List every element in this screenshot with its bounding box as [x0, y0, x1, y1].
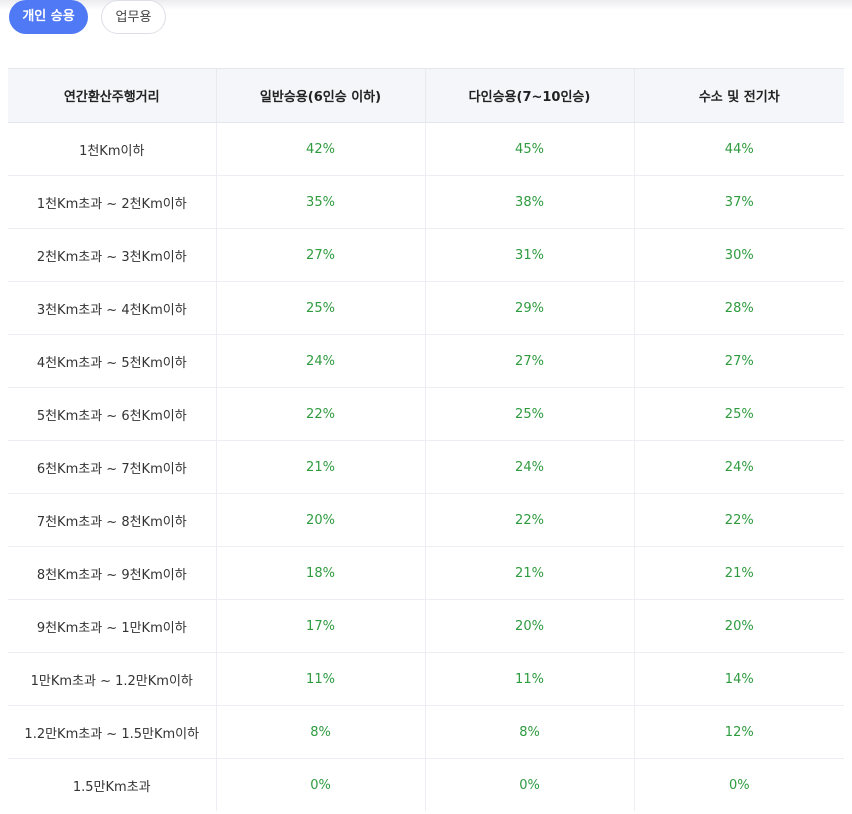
- rate-eco-cell: 27%: [633, 334, 844, 388]
- distance-cell: 6천Km초과 ~ 7천Km이하: [8, 440, 216, 494]
- table-row: 1.2만Km초과 ~ 1.5만Km이하 8% 8% 12%: [8, 705, 844, 759]
- distance-cell: 2천Km초과 ~ 3천Km이하: [8, 228, 216, 282]
- rate-regular-cell: 8%: [215, 705, 425, 759]
- table-row: 7천Km초과 ~ 8천Km이하 20% 22% 22%: [8, 493, 844, 547]
- rate-regular-cell: 24%: [215, 334, 425, 388]
- table-row: 2천Km초과 ~ 3천Km이하 27% 31% 30%: [8, 228, 844, 282]
- table-body: 1천Km이하 42% 45% 44% 1천Km초과 ~ 2천Km이하 35% 3…: [8, 122, 844, 811]
- distance-cell: 3천Km초과 ~ 4천Km이하: [8, 281, 216, 335]
- distance-cell: 7천Km초과 ~ 8천Km이하: [8, 493, 216, 547]
- table-row: 5천Km초과 ~ 6천Km이하 22% 25% 25%: [8, 387, 844, 441]
- rate-regular-cell: 21%: [215, 440, 425, 494]
- rate-multi-cell: 25%: [424, 387, 634, 441]
- rate-eco-cell: 14%: [633, 652, 844, 706]
- rate-multi-cell: 20%: [424, 599, 634, 653]
- tab-personal[interactable]: 개인 승용: [9, 0, 88, 34]
- table-row: 4천Km초과 ~ 5천Km이하 24% 27% 27%: [8, 334, 844, 388]
- rate-regular-cell: 0%: [215, 758, 425, 811]
- rate-regular-cell: 22%: [215, 387, 425, 441]
- rate-eco-cell: 28%: [633, 281, 844, 335]
- rate-eco-cell: 20%: [633, 599, 844, 653]
- rate-multi-cell: 0%: [424, 758, 634, 811]
- rate-eco-cell: 37%: [633, 175, 844, 229]
- table-row: 3천Km초과 ~ 4천Km이하 25% 29% 28%: [8, 281, 844, 335]
- distance-cell: 5천Km초과 ~ 6천Km이하: [8, 387, 216, 441]
- header-hydrogen-electric: 수소 및 전기차: [633, 68, 844, 123]
- rate-multi-cell: 27%: [424, 334, 634, 388]
- rate-regular-cell: 18%: [215, 546, 425, 600]
- rate-multi-cell: 31%: [424, 228, 634, 282]
- header-regular-passenger: 일반승용(6인승 이하): [215, 68, 425, 123]
- distance-cell: 9천Km초과 ~ 1만Km이하: [8, 599, 216, 653]
- distance-cell: 1천Km이하: [8, 122, 216, 176]
- table-row: 9천Km초과 ~ 1만Km이하 17% 20% 20%: [8, 599, 844, 653]
- rate-multi-cell: 22%: [424, 493, 634, 547]
- rate-regular-cell: 42%: [215, 122, 425, 176]
- distance-cell: 1.5만Km초과: [72, 779, 151, 795]
- table-header-row: 연간환산주행거리 일반승용(6인승 이하) 다인승용(7~10인승) 수소 및 …: [8, 68, 844, 123]
- header-annual-distance: 연간환산주행거리: [8, 68, 216, 123]
- tab-business[interactable]: 업무용: [101, 0, 166, 34]
- rate-eco-cell: 22%: [633, 493, 844, 547]
- rate-eco-cell: 24%: [633, 440, 844, 494]
- rate-regular-cell: 11%: [215, 652, 425, 706]
- rate-multi-cell: 11%: [424, 652, 634, 706]
- table-row: 1만Km초과 ~ 1.2만Km이하 11% 11% 14%: [8, 652, 844, 706]
- distance-cell: 1천Km초과 ~ 2천Km이하: [8, 175, 216, 229]
- rate-multi-cell: 8%: [424, 705, 634, 759]
- discount-rate-table: 연간환산주행거리 일반승용(6인승 이하) 다인승용(7~10인승) 수소 및 …: [8, 68, 844, 811]
- rate-multi-cell: 24%: [424, 440, 634, 494]
- table-row: 8천Km초과 ~ 9천Km이하 18% 21% 21%: [8, 546, 844, 600]
- distance-cell: 8천Km초과 ~ 9천Km이하: [8, 546, 216, 600]
- usage-type-tabs: 개인 승용 업무용: [9, 0, 166, 36]
- rate-regular-cell: 35%: [215, 175, 425, 229]
- rate-multi-cell: 29%: [424, 281, 634, 335]
- rate-multi-cell: 38%: [424, 175, 634, 229]
- table-row: 1.5만Km초과 0% 0% 0%: [8, 758, 844, 811]
- rate-eco-cell: 0%: [633, 758, 844, 811]
- rate-multi-cell: 21%: [424, 546, 634, 600]
- distance-cell: 1.2만Km초과 ~ 1.5만Km이하: [8, 705, 216, 759]
- rate-regular-cell: 20%: [215, 493, 425, 547]
- table-row: 1천Km이하 42% 45% 44%: [8, 122, 844, 176]
- rate-eco-cell: 21%: [633, 546, 844, 600]
- rate-regular-cell: 25%: [215, 281, 425, 335]
- distance-cell: 1만Km초과 ~ 1.2만Km이하: [8, 652, 216, 706]
- table-row: 1천Km초과 ~ 2천Km이하 35% 38% 37%: [8, 175, 844, 229]
- rate-regular-cell: 27%: [215, 228, 425, 282]
- rate-eco-cell: 44%: [633, 122, 844, 176]
- rate-eco-cell: 12%: [633, 705, 844, 759]
- rate-eco-cell: 30%: [633, 228, 844, 282]
- distance-cell: 4천Km초과 ~ 5천Km이하: [8, 334, 216, 388]
- rate-regular-cell: 17%: [215, 599, 425, 653]
- rate-multi-cell: 45%: [424, 122, 634, 176]
- table-row: 6천Km초과 ~ 7천Km이하 21% 24% 24%: [8, 440, 844, 494]
- rate-eco-cell: 25%: [633, 387, 844, 441]
- header-multi-passenger: 다인승용(7~10인승): [424, 68, 634, 123]
